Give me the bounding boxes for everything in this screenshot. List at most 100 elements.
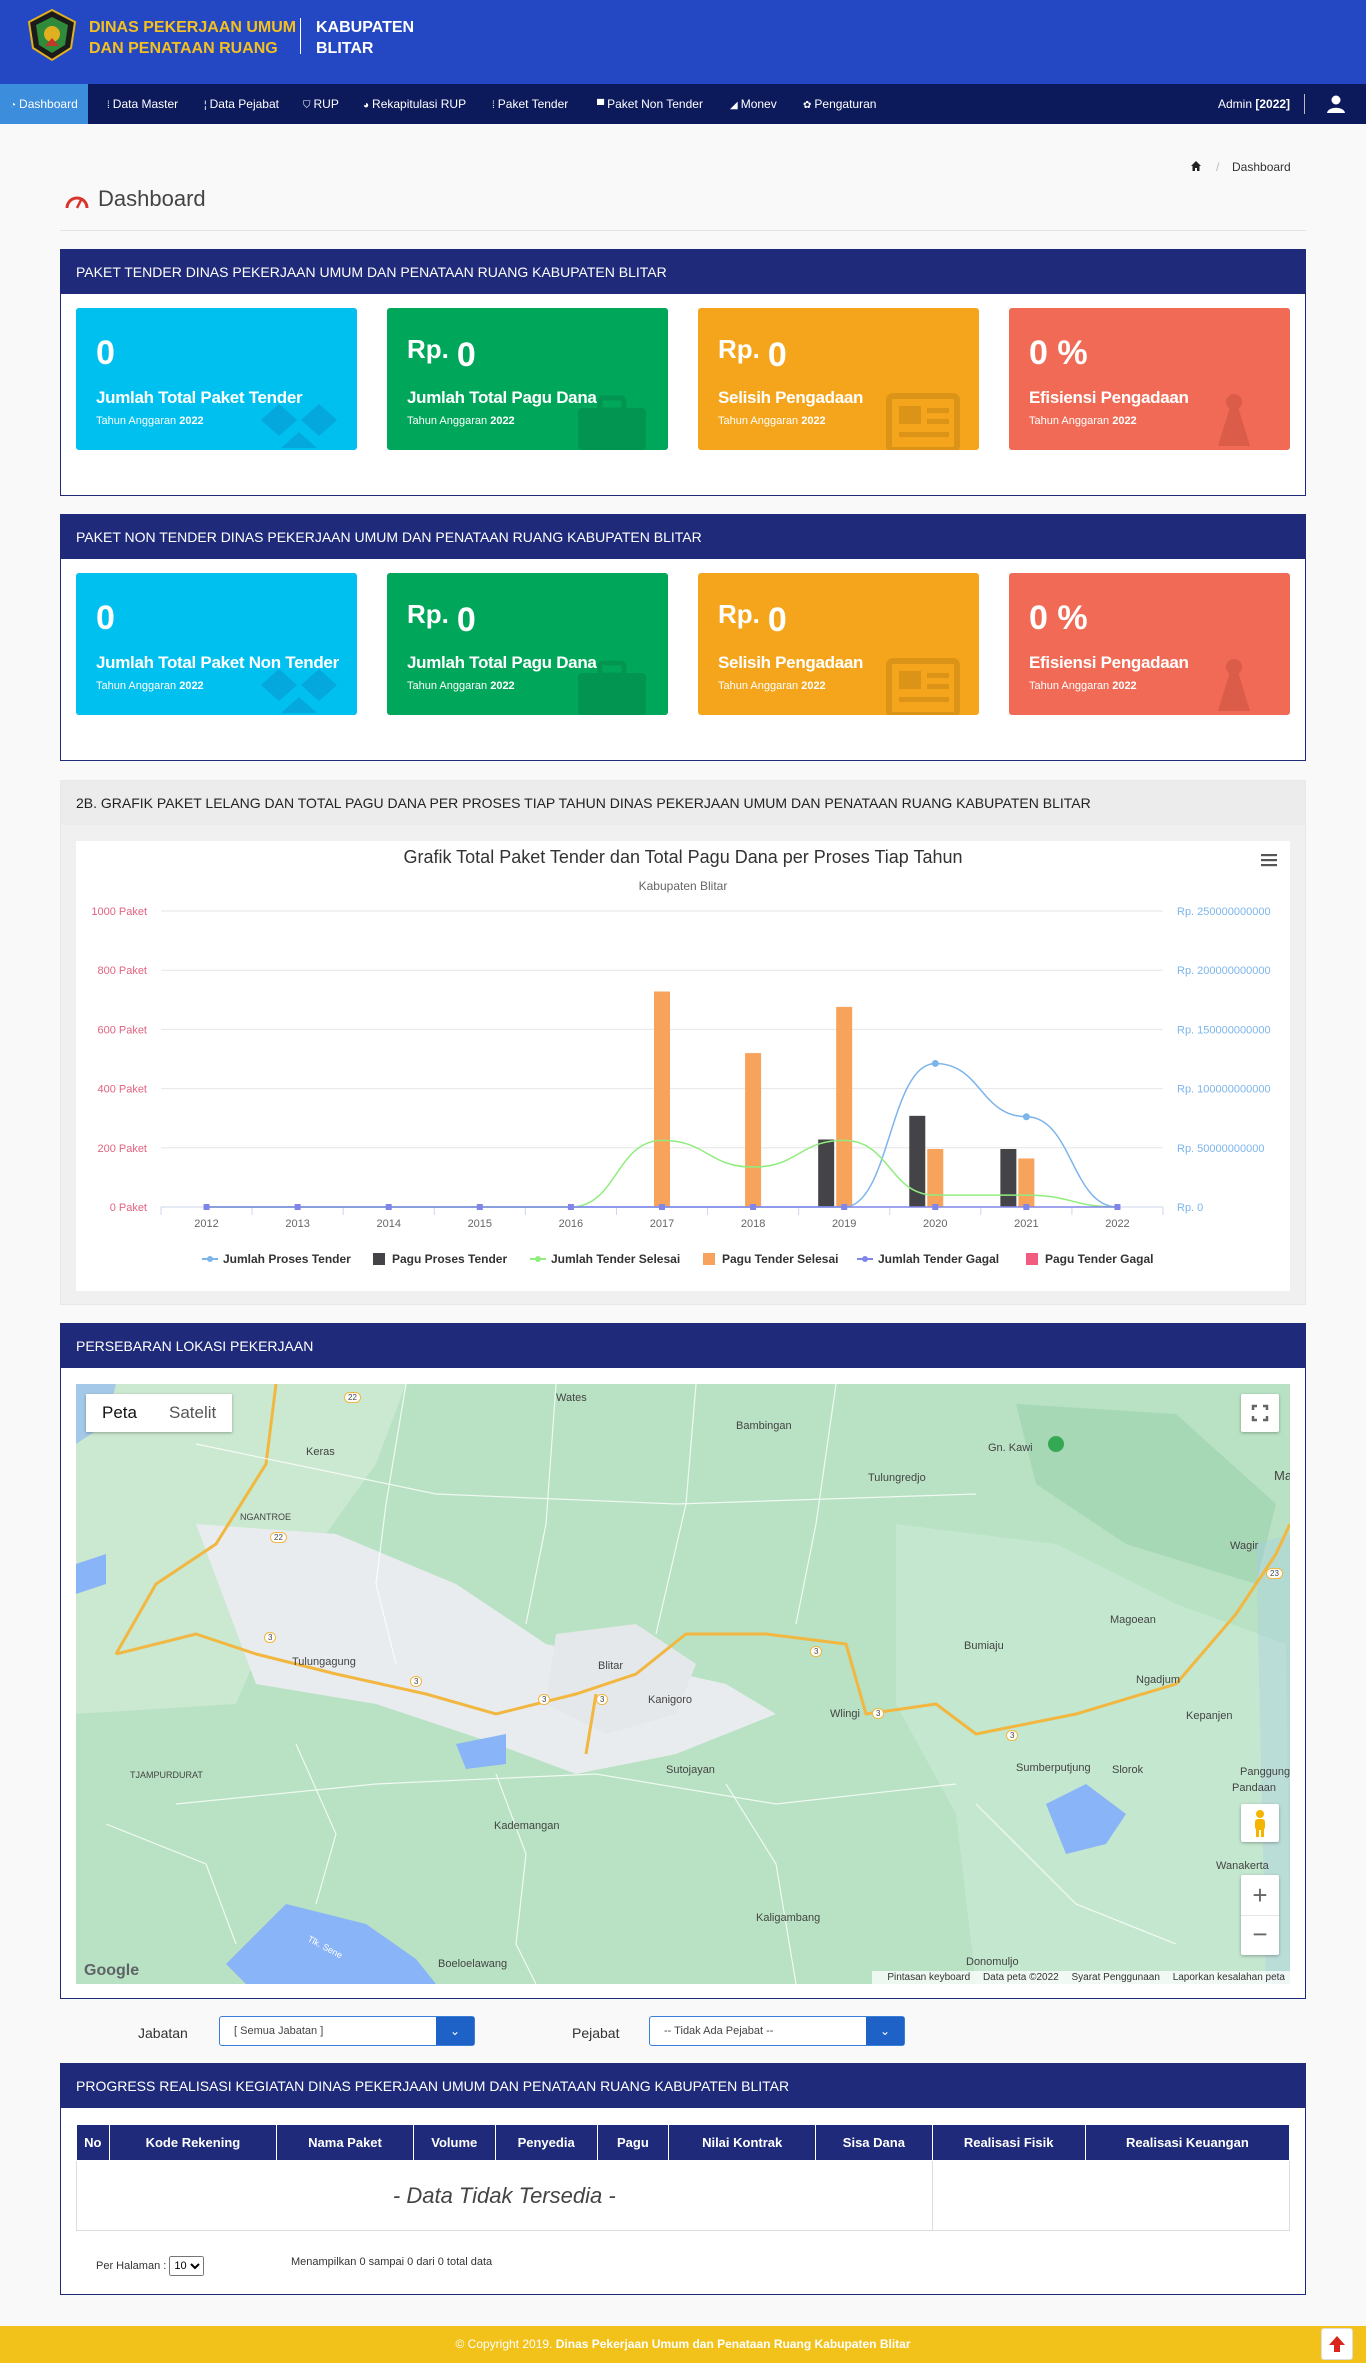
road-number-badge: 22 [344,1392,361,1403]
point-jumlah-tender-gagal [385,1204,392,1210]
col-realisasi-fisik[interactable]: Realisasi Fisik [931,2124,1086,2161]
map-place-label: Wlingi [830,1708,860,1720]
fullscreen-button[interactable] [1241,1394,1279,1432]
terms-link[interactable]: Syarat Penggunaan [1072,1972,1160,1983]
col-no[interactable]: No [76,2124,110,2161]
nav-rekapitulasi-rup[interactable]: ◕ Rekapitulasi RUP [363,84,466,124]
col-realisasi-keuangan[interactable]: Realisasi Keuangan [1084,2124,1291,2161]
road-number-badge: 22 [270,1532,287,1543]
map-place-label: Bambingan [736,1420,792,1432]
keyboard-shortcuts-link[interactable]: Pintasan keyboard [887,1972,970,1983]
point-jumlah-proses-tender [931,1059,939,1067]
zoom-in-button[interactable]: + [1241,1875,1279,1915]
legend-item[interactable]: Jumlah Proses Tender [223,1252,351,1266]
newspaper-icon [886,658,960,715]
stat-value: 0 [96,599,115,638]
map-place-label: Tulungredjo [868,1472,926,1484]
nav-data-pejabat[interactable]: ¦ Data Pejabat [204,84,279,124]
street-view-button[interactable] [1241,1804,1279,1842]
point-jumlah-proses-tender [1022,1113,1030,1121]
year-value: 2022 [490,680,515,692]
grid-icon: ⁞ [492,100,495,111]
doc-icon: ▀ [597,100,605,111]
kabupaten-logo[interactable] [25,8,79,62]
col-sisa-dana[interactable]: Sisa Dana [815,2124,933,2161]
jabatan-select[interactable]: [ Semua Jabatan ] ⌄ [219,2016,475,2046]
cubes-icon [261,669,337,713]
table-row: - Data Tidak Tersedia - [76,2160,1291,2231]
stat-value: 0 % [1029,334,1088,373]
nav-rup[interactable]: ⛉ RUP [303,84,339,124]
google-logo[interactable]: Google [84,1962,139,1980]
zoom-out-button[interactable]: − [1241,1915,1279,1955]
per-page-select[interactable]: 10 [169,2256,205,2276]
hamburger-menu-icon[interactable] [1259,852,1279,868]
col-volume[interactable]: Volume [412,2124,496,2161]
nav-pengaturan[interactable]: ✿ Pengaturan [803,84,876,124]
report-error-link[interactable]: Laporkan kesalahan peta [1173,1972,1285,1983]
x-tick-label: 2014 [376,1218,400,1230]
stat-box-pagu-dana: Rp. 0 Jumlah Total Pagu Dana Tahun Anggar… [387,308,668,450]
footer-owner[interactable]: Dinas Pekerjaan Umum dan Penataan Ruang … [556,2337,911,2351]
col-kode-rekening[interactable]: Kode Rekening [108,2124,278,2161]
map-canvas[interactable] [76,1384,1290,1984]
legend-item[interactable]: Pagu Tender Gagal [1045,1252,1153,1266]
legend-symbol [703,1253,715,1265]
jabatan-selected-value: [ Semua Jabatan ] [234,2025,324,2037]
admin-year-value: [2022] [1255,97,1291,111]
pie-icon: ◕ [363,100,370,111]
y-right-tick-label: Rp. 200000000000 [1177,965,1271,977]
nav-data-master[interactable]: ⁞ Data Master [107,84,178,124]
point-jumlah-tender-gagal [203,1204,210,1210]
y-left-tick-label: 600 Paket [97,1024,147,1036]
map-place-label: Sutojayan [666,1764,715,1776]
currency-prefix: Rp. [407,599,449,629]
nav-monev[interactable]: ◢ Monev [730,84,777,124]
map-place-label: Gn. Kawi [988,1442,1033,1454]
stat-year: Tahun Anggaran 2022 [407,415,515,427]
stat-box-efisiensi: 0 % Efisiensi Pengadaan Tahun Anggaran 2… [1009,573,1290,715]
col-penyedia[interactable]: Penyedia [494,2124,598,2161]
currency-prefix: Rp. [718,599,760,629]
col-pagu[interactable]: Pagu [596,2124,670,2161]
legend-item[interactable]: Pagu Tender Selesai [722,1252,839,1266]
map-type-satelit[interactable]: Satelit [153,1394,232,1432]
brand-name[interactable]: DINAS PEKERJAAN UMUM DAN PENATAAN RUANG [89,17,296,59]
map-type-peta[interactable]: Peta [86,1394,153,1432]
stat-year: Tahun Anggaran 2022 [407,680,515,692]
user-account-icon[interactable] [1326,94,1346,114]
legend-item[interactable]: Jumlah Tender Gagal [878,1252,999,1266]
col-nama-paket[interactable]: Nama Paket [276,2124,414,2161]
y-left-tick-label: 400 Paket [97,1084,147,1096]
nav-paket-tender[interactable]: ⁞ Paket Tender [492,84,568,124]
col-nilai-kontrak[interactable]: Nilai Kontrak [668,2124,817,2161]
legend-item[interactable]: Jumlah Tender Selesai [551,1252,680,1266]
x-tick-label: 2016 [559,1218,583,1230]
map-place-label: Boeloelawang [438,1958,508,1970]
legend-item[interactable]: Pagu Proses Tender [392,1252,507,1266]
pejabat-select[interactable]: -- Tidak Ada Pejabat -- ⌄ [649,2016,905,2046]
location-map[interactable]: Wates Bambingan Keras Gn. Kawi Tulungred… [76,1384,1290,1984]
stat-box-selisih: Rp. 0 Selisih Pengadaan Tahun Anggaran 20… [698,573,979,715]
panel-title: PAKET TENDER DINAS PEKERJAAN UMUM DAN PE… [61,250,1305,294]
stat-label: Efisiensi Pengadaan [1029,653,1189,672]
main-navbar: ◔ Dashboard ⁞ Data Master ¦ Data Pejabat ⛉ R… [0,84,1366,124]
home-icon[interactable] [1190,160,1202,172]
legend-symbol [862,1256,868,1262]
briefcase-icon [578,395,646,450]
zoom-control: + − [1241,1875,1279,1955]
page-title: Dashboard [98,186,206,211]
point-jumlah-tender-gagal [1114,1204,1121,1210]
scroll-to-top-button[interactable] [1321,2328,1353,2360]
chart-container: 0 Paket Rp. 0 200 Paket Rp. 50000000000 400 … [76,841,1290,1291]
nav-paket-non-tender[interactable]: ▀ Paket Non Tender [597,84,703,124]
admin-year[interactable]: Admin [2022] [1218,84,1290,124]
y-right-tick-label: Rp. 250000000000 [1177,906,1271,918]
chart-title: Grafik Total Paket Tender dan Total Pagu… [403,847,963,867]
nav-label: Paket Tender [497,97,569,111]
jabatan-label: Jabatan [138,2025,188,2041]
nav-dashboard[interactable]: ◔ Dashboard [0,84,88,124]
nav-label: Dashboard [19,97,78,111]
stat-label: Selisih Pengadaan [718,388,864,407]
legend-symbol [1026,1253,1038,1265]
